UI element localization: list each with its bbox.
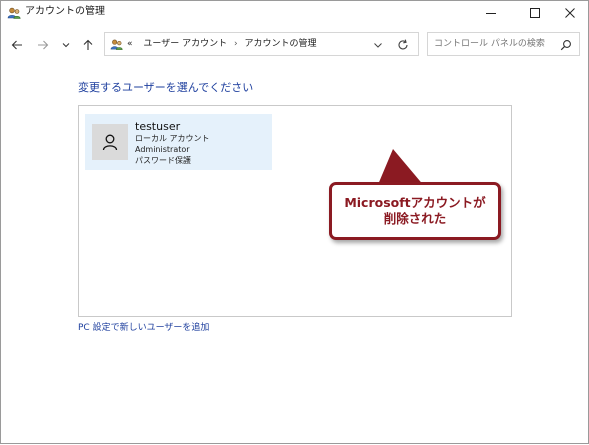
user-icon <box>102 134 118 151</box>
arrow-left-icon <box>11 40 22 50</box>
minimize-icon <box>486 13 496 14</box>
annotation-callout: Microsoftアカウントが 削除された <box>329 182 501 240</box>
account-name: testuser <box>135 120 181 133</box>
refresh-icon[interactable] <box>396 38 410 52</box>
breadcrumb-manage-accounts[interactable]: アカウントの管理 <box>244 39 316 49</box>
avatar <box>92 124 128 160</box>
breadcrumb-overflow[interactable]: « <box>127 39 133 49</box>
chevron-down-icon <box>62 43 70 48</box>
search-placeholder: コントロール パネルの検索 <box>434 39 545 49</box>
close-button[interactable] <box>550 1 589 25</box>
account-role: Administrator <box>135 145 190 154</box>
users-icon <box>110 39 123 50</box>
maximize-icon <box>530 8 540 18</box>
annotation-line-1: Microsoftアカウントが <box>344 195 486 210</box>
back-button[interactable] <box>7 35 27 55</box>
add-user-link[interactable]: PC 設定で新しいユーザーを追加 <box>78 322 209 334</box>
users-icon <box>7 7 21 19</box>
search-box[interactable]: コントロール パネルの検索 <box>427 32 580 56</box>
maximize-button[interactable] <box>515 1 555 25</box>
forward-button[interactable] <box>33 35 53 55</box>
address-bar[interactable]: « ユーザー アカウント › アカウントの管理 <box>104 32 419 56</box>
title-bar[interactable]: アカウントの管理 <box>1 1 588 25</box>
minimize-button[interactable] <box>471 1 511 25</box>
account-tile-testuser[interactable]: testuser ローカル アカウント Administrator パスワード保… <box>85 114 272 170</box>
window-title: アカウントの管理 <box>25 6 105 17</box>
chevron-down-icon[interactable] <box>372 39 384 51</box>
annotation-line-2: 削除された <box>383 211 447 226</box>
breadcrumb-user-accounts[interactable]: ユーザー アカウント <box>143 39 227 49</box>
up-button[interactable] <box>78 35 98 55</box>
arrow-right-icon <box>38 40 49 50</box>
search-icon[interactable] <box>560 39 572 51</box>
account-password-status: パスワード保護 <box>135 156 191 165</box>
close-icon <box>565 8 575 18</box>
page-title: 変更するユーザーを選んでください <box>78 81 254 94</box>
recent-locations-button[interactable] <box>56 35 76 55</box>
account-type: ローカル アカウント <box>135 134 210 143</box>
arrow-up-icon <box>83 39 93 50</box>
breadcrumb: « ユーザー アカウント › アカウントの管理 <box>127 38 316 51</box>
control-panel-window: アカウントの管理 « ユーザー アカウント › アカウントの管理 コントロール … <box>0 0 589 444</box>
breadcrumb-separator[interactable]: › <box>230 39 242 49</box>
